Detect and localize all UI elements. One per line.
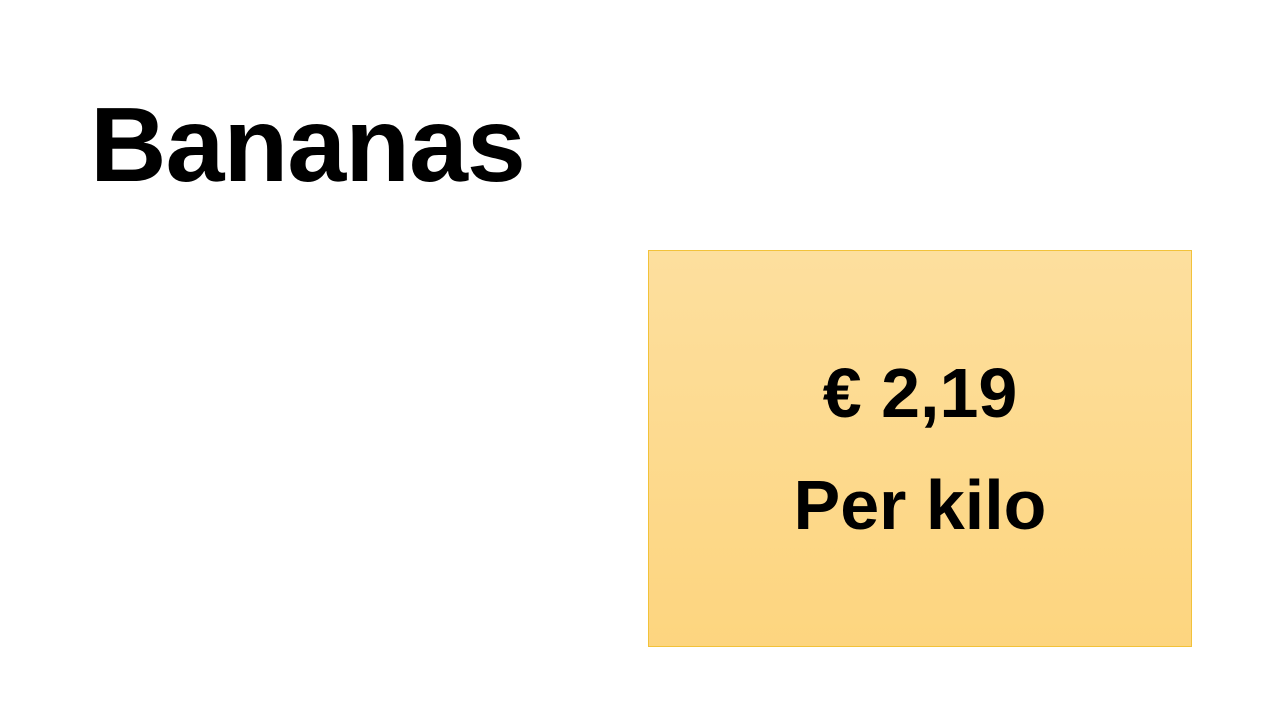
price-amount: € 2,19 <box>822 353 1018 432</box>
product-title: Bananas <box>90 86 526 204</box>
price-unit: Per kilo <box>793 465 1047 544</box>
slide: Bananas € 2,19 Per kilo <box>0 0 1280 720</box>
price-box: € 2,19 Per kilo <box>648 250 1192 647</box>
